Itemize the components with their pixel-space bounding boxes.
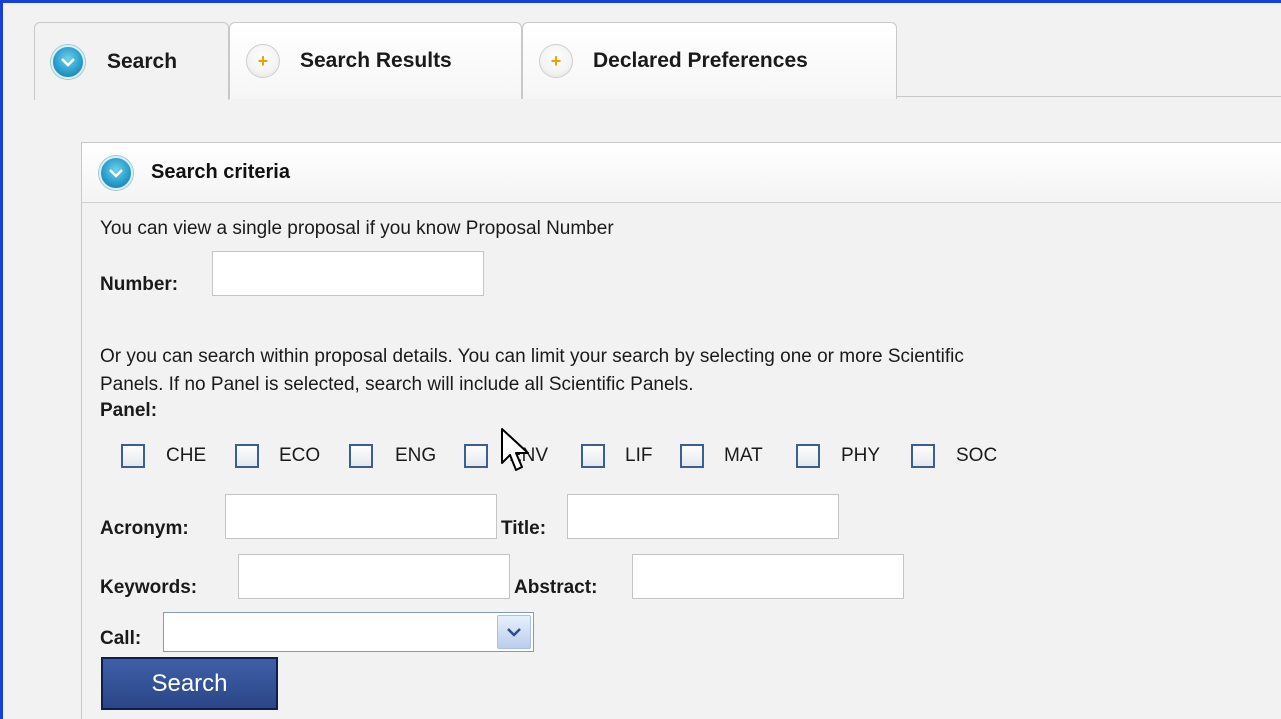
checkbox-eng[interactable] — [349, 444, 373, 468]
checkbox-mat[interactable] — [680, 444, 704, 468]
checkbox-label-che: CHE — [166, 445, 207, 466]
panel-label: Panel: — [100, 400, 158, 421]
number-input[interactable] — [212, 251, 484, 296]
tab-search[interactable]: Search — [34, 22, 229, 100]
panel-title: Search criteria — [151, 161, 290, 183]
acronym-label: Acronym: — [100, 518, 189, 539]
details-text-line-1: Or you can search within proposal detail… — [100, 346, 964, 367]
abstract-label: Abstract: — [514, 577, 598, 598]
window-frame: Search + Search Results + Declared Prefe… — [0, 0, 1281, 719]
checkbox-label-soc: SOC — [956, 445, 998, 466]
checkbox-label-mat: MAT — [724, 445, 763, 466]
checkbox-phy[interactable] — [796, 444, 820, 468]
tab-declared-preferences-label: Declared Preferences — [593, 49, 808, 72]
expand-plus-icon: + — [246, 44, 280, 78]
expand-plus-icon: + — [539, 44, 573, 78]
checkbox-lif[interactable] — [581, 444, 605, 468]
checkbox-label-eng: ENG — [395, 445, 437, 466]
abstract-input[interactable] — [632, 554, 904, 599]
chevron-down-icon[interactable] — [497, 615, 531, 649]
checkbox-soc[interactable] — [911, 444, 935, 468]
title-label: Title: — [501, 518, 547, 539]
checkbox-che[interactable] — [121, 444, 145, 468]
checkbox-eco[interactable] — [235, 444, 259, 468]
details-text-line-2: Panels. If no Panel is selected, search … — [100, 374, 694, 395]
tab-declared-preferences[interactable]: + Declared Preferences — [522, 22, 897, 99]
tab-search-results-label: Search Results — [300, 49, 452, 72]
tab-search-label: Search — [107, 49, 178, 73]
title-input[interactable] — [567, 494, 839, 539]
collapse-circle-icon — [51, 44, 85, 79]
checkbox-label-lif: LIF — [625, 445, 653, 466]
call-label: Call: — [100, 628, 142, 649]
mouse-pointer-icon — [501, 428, 529, 471]
intro-text: You can view a single proposal if you kn… — [100, 218, 614, 239]
keywords-input[interactable] — [238, 554, 510, 599]
checkbox-env[interactable] — [464, 444, 488, 468]
collapse-circle-icon[interactable] — [99, 155, 133, 190]
tab-search-results[interactable]: + Search Results — [229, 22, 522, 99]
search-button[interactable]: Search — [101, 657, 278, 710]
keywords-label: Keywords: — [100, 577, 198, 598]
checkbox-label-eco: ECO — [279, 445, 321, 466]
call-select[interactable] — [163, 612, 534, 652]
acronym-input[interactable] — [225, 494, 497, 539]
panel-header: Search criteria — [82, 143, 1281, 203]
number-label: Number: — [100, 274, 179, 295]
checkbox-label-phy: PHY — [841, 445, 881, 466]
